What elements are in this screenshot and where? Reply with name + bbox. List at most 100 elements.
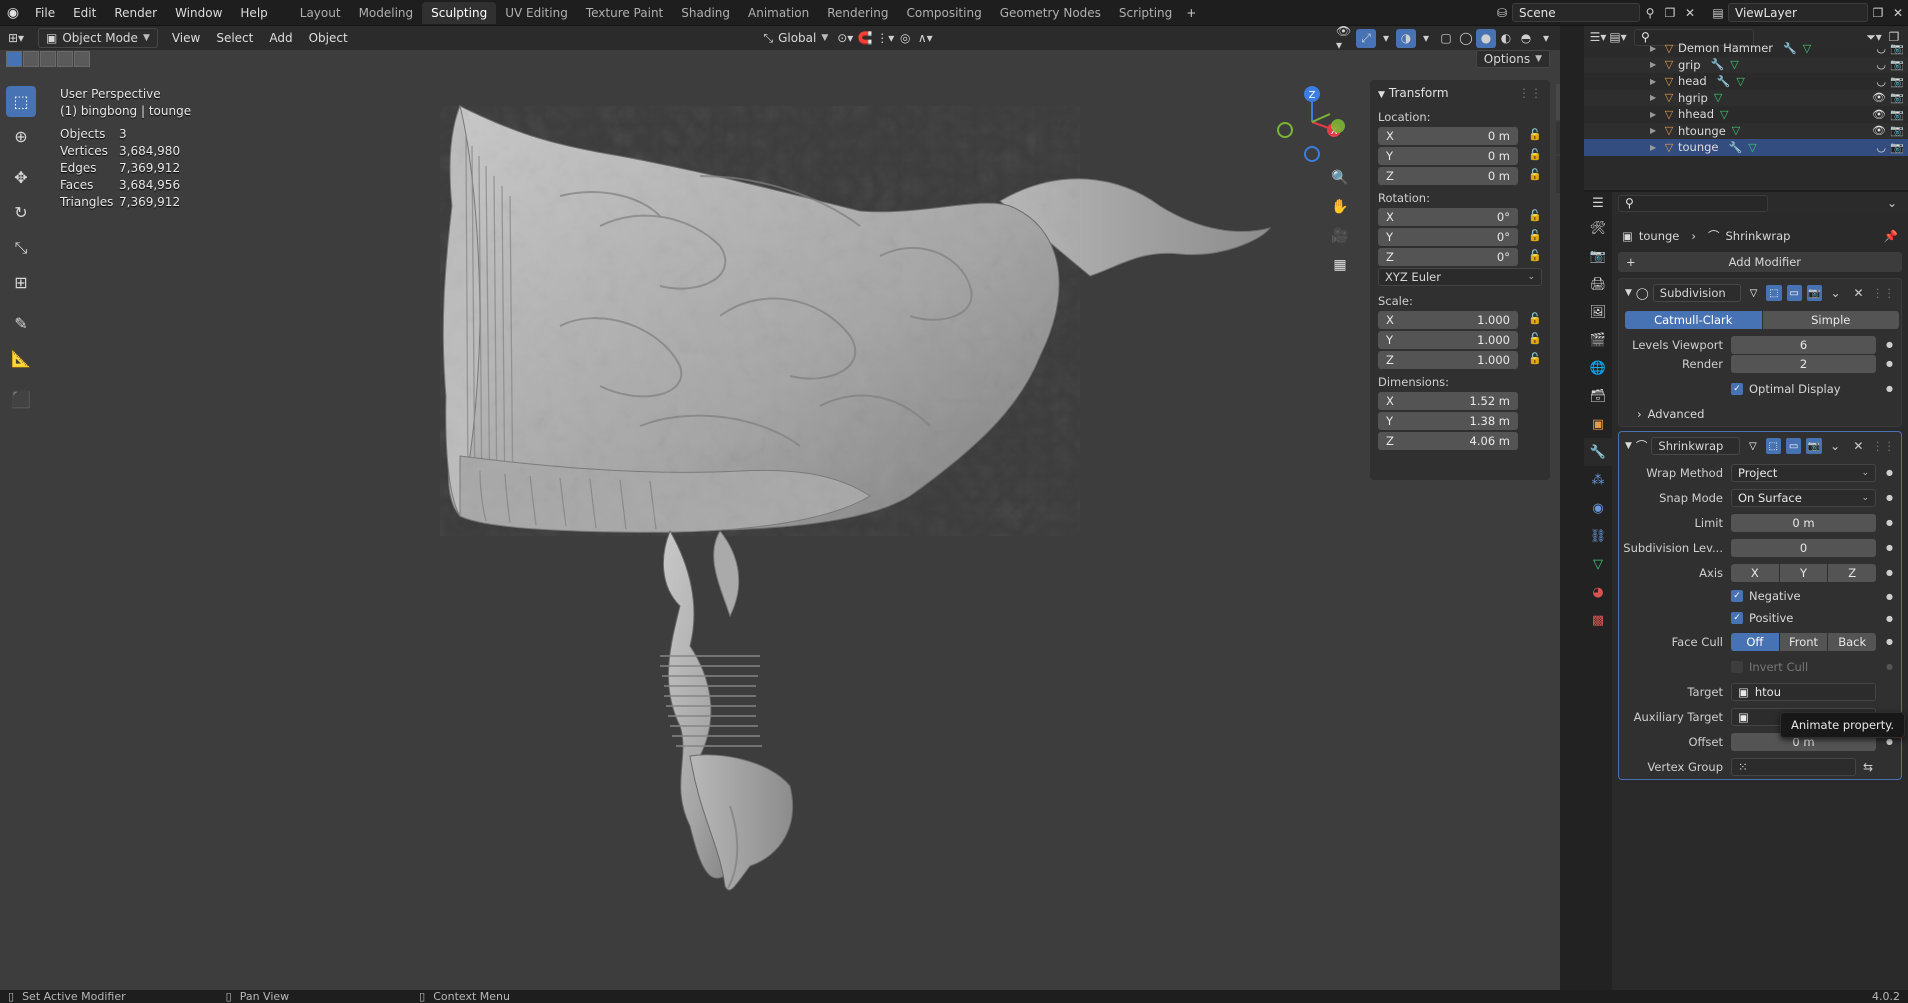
camera-icon[interactable]: 🎥 xyxy=(1328,224,1352,248)
modifier-icon[interactable]: 🔧 xyxy=(1783,42,1797,55)
zoom-icon[interactable]: 🔍 xyxy=(1328,166,1352,190)
tab-uv-editing[interactable]: UV Editing xyxy=(496,2,577,24)
animate-property-icon[interactable]: ● xyxy=(1886,359,1893,368)
positive-checkbox[interactable]: ✓ xyxy=(1731,612,1743,624)
expand-arrow-icon[interactable]: ▶ xyxy=(1650,93,1660,102)
invert-cull-checkbox[interactable] xyxy=(1731,660,1743,673)
drag-handle-icon[interactable]: ⋮⋮ xyxy=(1872,286,1895,300)
pin-icon[interactable]: 📌 xyxy=(1884,229,1898,243)
dimensions-y-field[interactable]: Y 1.38 m xyxy=(1378,412,1518,430)
realtime-icon[interactable]: ▭ xyxy=(1786,285,1802,301)
modifier-menu-icon[interactable]: ⌄ xyxy=(1826,284,1845,303)
tab-compositing[interactable]: Compositing xyxy=(897,2,990,24)
dimensions-z-field[interactable]: Z 4.06 m xyxy=(1378,432,1518,450)
drag-handle-icon[interactable]: ⋮⋮ xyxy=(1518,86,1542,100)
add-modifier-button[interactable]: + Add Modifier xyxy=(1618,252,1902,272)
wrap-method-dropdown[interactable]: Project ⌄ xyxy=(1731,463,1876,482)
render-camera-icon[interactable]: 📷 xyxy=(1890,91,1904,104)
lock-icon[interactable]: 🔓 xyxy=(1528,249,1542,262)
modifier-menu-icon[interactable]: ⌄ xyxy=(1826,437,1845,456)
drag-handle-icon[interactable]: ⋮⋮ xyxy=(1872,439,1895,453)
new-view-layer-icon[interactable]: ❐ xyxy=(1868,3,1888,22)
tab-texture-paint[interactable]: Texture Paint xyxy=(577,2,672,24)
properties-search-input[interactable]: ⚲ xyxy=(1618,194,1768,212)
visibility-eye-icon[interactable]: 👁 xyxy=(1872,124,1886,137)
realtime-icon[interactable]: ▭ xyxy=(1785,438,1802,454)
visibility-eye-icon[interactable]: 👁 xyxy=(1872,91,1886,104)
rotation-z-field[interactable]: Z 0° 🔓 xyxy=(1378,248,1542,266)
shrinkwrap-name-field[interactable]: Shrinkwrap xyxy=(1651,437,1741,455)
animate-property-icon[interactable]: ● xyxy=(1886,737,1893,746)
neg-z-axis-icon[interactable] xyxy=(1304,146,1320,162)
lock-icon[interactable]: 🔓 xyxy=(1528,332,1542,345)
edit-mode-icon[interactable]: ⬚ xyxy=(1765,438,1781,454)
texture-tab-icon[interactable]: ▩ xyxy=(1584,606,1612,634)
mesh-data-icon[interactable]: ▽ xyxy=(1720,108,1728,121)
face-cull-back-button[interactable]: Back xyxy=(1828,632,1877,651)
material-tab-icon[interactable]: ◕ xyxy=(1584,578,1612,606)
visibility-eye-icon[interactable]: ◡ xyxy=(1876,75,1886,88)
view-layer-icon[interactable]: ▤ xyxy=(1708,3,1728,22)
outliner-item-hgrip[interactable]: ▶ ▽ hgrip ▽ 👁 📷 xyxy=(1584,89,1908,106)
particles-tab-icon[interactable]: ⁂ xyxy=(1584,466,1612,494)
location-y-field[interactable]: Y 0 m 🔓 xyxy=(1378,147,1542,165)
modifier-icon[interactable]: 🔧 xyxy=(1711,58,1725,71)
advanced-panel-toggle[interactable]: › Advanced xyxy=(1619,401,1901,426)
dimensions-x-field[interactable]: X 1.52 m xyxy=(1378,392,1518,410)
chevron-down-icon[interactable]: ▼ xyxy=(1625,441,1632,451)
neg-y-axis-icon[interactable] xyxy=(1277,122,1293,138)
outliner-item-htounge[interactable]: ▶ ▽ htounge ▽ 👁 📷 xyxy=(1584,122,1908,139)
animate-property-icon[interactable]: ● xyxy=(1886,340,1893,349)
view-layer-selector[interactable]: ViewLayer xyxy=(1728,3,1868,22)
face-cull-front-button[interactable]: Front xyxy=(1779,632,1828,651)
scene-icon[interactable]: ⛁ xyxy=(1492,3,1512,22)
tab-rendering[interactable]: Rendering xyxy=(818,2,897,24)
outliner-item-demon-hammer[interactable]: ▶ ▽ Demon Hammer 🔧 ▽ ◡ 📷 xyxy=(1584,40,1908,57)
menu-help[interactable]: Help xyxy=(231,6,276,20)
render-camera-icon[interactable]: 📷 xyxy=(1890,42,1904,55)
lock-icon[interactable]: 🔓 xyxy=(1528,209,1542,222)
new-scene-icon[interactable]: ❐ xyxy=(1660,3,1680,22)
ortho-grid-icon[interactable]: ▦ xyxy=(1328,253,1352,277)
pan-hand-icon[interactable]: ✋ xyxy=(1328,195,1352,219)
location-x-field[interactable]: X 0 m 🔓 xyxy=(1378,127,1542,145)
rotation-y-field[interactable]: Y 0° 🔓 xyxy=(1378,228,1542,246)
modifier-icon[interactable]: 🔧 xyxy=(1717,75,1731,88)
scene-selector[interactable]: Scene xyxy=(1512,3,1640,22)
visibility-eye-icon[interactable]: ◡ xyxy=(1876,42,1886,55)
lock-icon[interactable]: 🔓 xyxy=(1528,168,1542,181)
catmull-clark-option[interactable]: Catmull-Clark xyxy=(1625,310,1762,329)
tab-geometry-nodes[interactable]: Geometry Nodes xyxy=(991,2,1110,24)
simple-option[interactable]: Simple xyxy=(1762,310,1899,329)
mesh-data-icon[interactable]: ▽ xyxy=(1748,141,1756,154)
modifier-tab-icon[interactable]: 🔧 xyxy=(1584,438,1612,466)
3d-viewport[interactable]: ⊞▾ ▣ Object Mode ▼ View Select Add Object ⤡… xyxy=(0,26,1560,990)
expand-arrow-icon[interactable]: ▶ xyxy=(1650,60,1660,69)
axis-z-button[interactable]: Z xyxy=(1828,563,1877,582)
modifier-icon[interactable]: 🔧 xyxy=(1729,141,1743,154)
axis-y-button[interactable]: Y xyxy=(1779,563,1828,582)
tab-modeling[interactable]: Modeling xyxy=(350,2,423,24)
pin-scene-icon[interactable]: ⚲ xyxy=(1640,3,1660,22)
mesh-data-icon[interactable]: ▽ xyxy=(1714,91,1722,104)
animate-property-icon[interactable]: ● xyxy=(1886,637,1893,646)
axis-gizmo[interactable]: Z X xyxy=(1270,82,1350,162)
outliner-item-tounge[interactable]: ▶ ▽ tounge 🔧 ▽ ◡ 📷 xyxy=(1584,139,1908,156)
vertex-group-field[interactable]: ⁙ xyxy=(1731,757,1856,776)
axis-x-button[interactable]: X xyxy=(1731,563,1779,582)
invert-vertex-group-icon[interactable]: ⇆ xyxy=(1858,757,1878,776)
tab-shading[interactable]: Shading xyxy=(672,2,739,24)
render-camera-icon[interactable]: 📷 xyxy=(1890,58,1904,71)
chevron-down-icon[interactable]: ⌄ xyxy=(1882,194,1902,213)
subdivision-name-field[interactable]: Subdivision xyxy=(1652,284,1742,302)
world-tab-icon[interactable]: 🌐 xyxy=(1584,354,1612,382)
properties-editor-icon[interactable]: ☰ xyxy=(1584,192,1612,214)
transform-header[interactable]: ▼ Transform ⋮⋮ xyxy=(1370,80,1550,106)
menu-file[interactable]: File xyxy=(26,6,64,20)
edit-mode-icon[interactable]: ⬚ xyxy=(1766,285,1782,301)
chevron-down-icon[interactable]: ▼ xyxy=(1625,288,1632,298)
expand-arrow-icon[interactable]: ▶ xyxy=(1650,126,1660,135)
scale-z-field[interactable]: Z 1.000 🔓 xyxy=(1378,351,1542,369)
y-axis-icon[interactable] xyxy=(1331,119,1345,133)
scene-tab-icon[interactable]: 🎬 xyxy=(1584,326,1612,354)
